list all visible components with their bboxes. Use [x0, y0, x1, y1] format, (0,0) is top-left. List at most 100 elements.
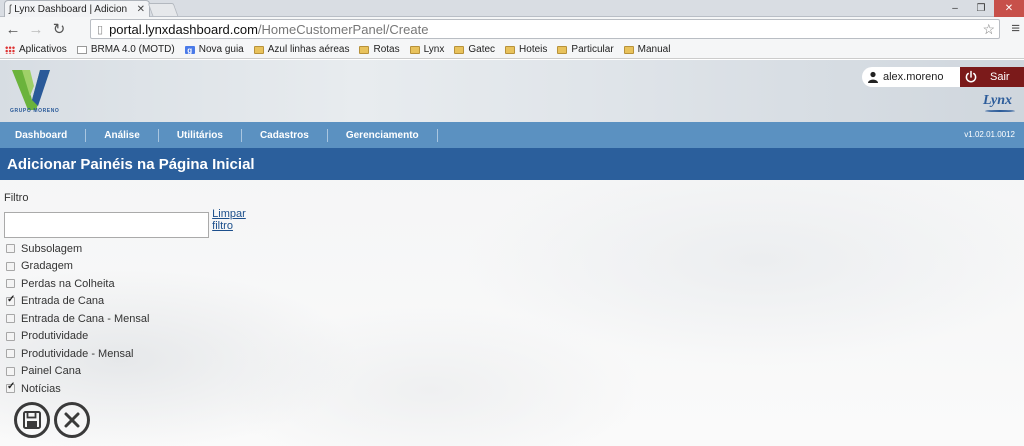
panel-option-label: Produtividade [21, 330, 89, 343]
panel-option[interactable]: Subsolagem [6, 240, 149, 258]
browser-toolbar: ← → ↻ ▯ portal.lynxdashboard.com/HomeCus… [0, 17, 1024, 41]
nav-item-analise[interactable]: Análise [86, 128, 159, 142]
bookmark-item[interactable]: Gatec [454, 44, 495, 55]
logout-button[interactable]: Sair [960, 67, 1024, 87]
panel-option[interactable]: Entrada de Cana - Mensal [6, 310, 149, 328]
nav-item-gerenciamento[interactable]: Gerenciamento [328, 128, 438, 142]
window-controls: – ❐ ✕ [942, 0, 1024, 17]
maximize-icon[interactable]: ❐ [968, 0, 994, 17]
folder-icon [623, 45, 634, 54]
folder-icon [253, 45, 264, 54]
bookmark-label: Gatec [468, 44, 496, 55]
browser-tab[interactable]: ʃ Lynx Dashboard | Adicion ✕ [4, 0, 150, 17]
url-path: /HomeCustomerPanel/Create [257, 21, 429, 37]
panel-option[interactable]: Notícias [6, 380, 149, 398]
panel-checkbox[interactable] [6, 294, 15, 306]
address-bar[interactable]: ▯ portal.lynxdashboard.com/HomeCustomerP… [90, 19, 1000, 39]
filter-row: Limpar filtro [4, 208, 265, 238]
panel-checkbox[interactable] [6, 244, 15, 254]
browser-tab-title: Lynx Dashboard | Adicion [14, 3, 128, 15]
lynx-logo: Lynx [983, 93, 1016, 112]
bookmark-item[interactable]: Rotas [359, 44, 400, 55]
bookmark-item[interactable]: g Nova guia [184, 44, 244, 55]
bookmark-item[interactable]: Particular [557, 44, 614, 55]
minimize-icon[interactable]: – [942, 0, 968, 17]
filter-input[interactable] [4, 212, 210, 238]
bookmark-label: Manual [637, 44, 671, 55]
page: GRUPO MORENO alex.moreno Sair Lynx Dashb… [0, 60, 1024, 446]
panel-checkbox[interactable] [6, 279, 15, 289]
bookmarks-bar: Aplicativos BRMA 4.0 (MOTD) g Nova guia Azul… [0, 41, 1024, 59]
panel-option-label: Entrada de Cana - Mensal [21, 312, 150, 325]
close-icon [64, 412, 80, 428]
folder-icon [409, 45, 420, 54]
panel-checkbox[interactable] [6, 261, 15, 271]
form-actions [14, 402, 94, 438]
bookmark-item[interactable]: Hoteis [505, 44, 547, 55]
panel-option-label: Notícias [21, 382, 61, 395]
new-tab-button[interactable] [147, 3, 179, 16]
panel-option[interactable]: Produtividade [6, 328, 149, 346]
save-icon [23, 411, 41, 429]
form-content: Filtro Limpar filtro Subsolagem Gradagem P… [4, 192, 246, 395]
panel-option-label: Produtividade - Mensal [21, 347, 134, 360]
panel-option-label: Subsolagem [21, 242, 83, 255]
logout-label: Sair [990, 71, 1010, 83]
folder-icon [359, 45, 370, 54]
bookmark-item[interactable]: Lynx [409, 44, 445, 55]
bookmark-item[interactable]: Manual [623, 44, 671, 55]
nav-item-cadastros[interactable]: Cadastros [242, 128, 328, 142]
bookmark-label: Particular [571, 44, 614, 55]
panel-option[interactable]: Painel Cana [6, 363, 149, 381]
panel-option-label: Entrada de Cana [21, 295, 105, 308]
google-icon: g [184, 45, 195, 55]
clear-filter-link[interactable]: Limpar filtro [212, 208, 264, 232]
url-host: portal.lynxdashboard.com [109, 21, 258, 37]
main-nav: Dashboard Análise Utilitários Cadastros … [0, 122, 1024, 148]
panel-option[interactable]: Gradagem [6, 258, 149, 276]
forward-arrow-icon[interactable]: → [26, 19, 46, 39]
bookmark-star-icon[interactable]: ☆ [982, 21, 995, 38]
nav-item-dashboard[interactable]: Dashboard [0, 128, 87, 142]
panel-checkbox[interactable] [6, 381, 15, 394]
page-icon [76, 45, 87, 54]
back-arrow-icon[interactable]: ← [3, 19, 23, 39]
browser-tab-strip: ʃ Lynx Dashboard | Adicion ✕ – ❐ ✕ [0, 0, 1024, 17]
bookmark-item[interactable]: Azul linhas aéreas [253, 44, 350, 55]
panel-option-label: Gradagem [21, 260, 73, 273]
browser-menu-icon[interactable]: ≡ [1011, 20, 1020, 37]
folder-icon [454, 45, 465, 54]
panel-option[interactable]: Entrada de Cana [6, 293, 149, 311]
panel-checkbox[interactable] [6, 349, 15, 359]
folder-icon [557, 45, 568, 54]
bookmark-item[interactable]: BRMA 4.0 (MOTD) [76, 44, 175, 55]
lynx-favicon-icon: ʃ [9, 3, 12, 15]
bookmark-item[interactable]: Aplicativos [5, 44, 67, 55]
window-close-icon[interactable]: ✕ [994, 0, 1024, 17]
bookmark-label: Nova guia [198, 44, 244, 55]
reload-icon[interactable]: ↻ [49, 19, 69, 39]
panel-option-label: Painel Cana [21, 365, 81, 378]
version-label: v1.02.01.0012 [964, 130, 1015, 139]
panel-checkbox-list: Subsolagem Gradagem Perdas na Colheita Entr… [6, 240, 149, 398]
bookmark-label: Azul linhas aéreas [267, 44, 350, 55]
folder-icon [505, 45, 516, 54]
panel-checkbox[interactable] [6, 331, 15, 341]
user-menu[interactable]: alex.moreno [862, 67, 960, 87]
bookmark-label: BRMA 4.0 (MOTD) [90, 44, 175, 55]
site-header: GRUPO MORENO alex.moreno Sair Lynx [0, 60, 1024, 122]
page-icon: ▯ [97, 23, 104, 36]
panel-option[interactable]: Produtividade - Mensal [6, 345, 149, 363]
bookmark-label: Aplicativos [19, 44, 67, 55]
panel-option[interactable]: Perdas na Colheita [6, 275, 149, 293]
bookmark-label: Hoteis [519, 44, 548, 55]
page-title: Adicionar Painéis na Página Inicial [7, 155, 255, 173]
bookmark-label: Lynx [423, 44, 445, 55]
panel-checkbox[interactable] [6, 366, 15, 376]
username: alex.moreno [883, 71, 944, 83]
tab-close-icon[interactable]: ✕ [137, 4, 145, 15]
panel-checkbox[interactable] [6, 314, 15, 324]
cancel-button[interactable] [54, 402, 90, 438]
nav-item-utilitarios[interactable]: Utilitários [159, 128, 242, 142]
save-button[interactable] [14, 402, 50, 438]
